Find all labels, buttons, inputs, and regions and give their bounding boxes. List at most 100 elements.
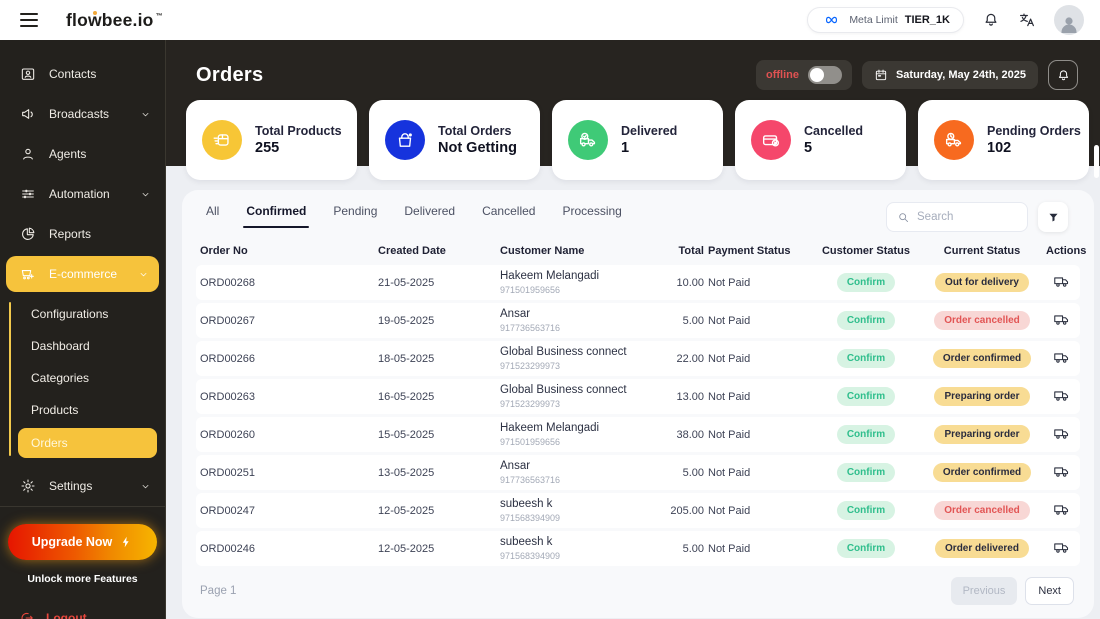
stat-text: Pending Orders 102 — [987, 124, 1081, 156]
table-row[interactable]: ORD00246 12-05-2025 subeesh k 971568394909 5… — [196, 531, 1080, 566]
table-row[interactable]: ORD00263 16-05-2025 Global Business connec… — [196, 379, 1080, 414]
sidebar-item-agents[interactable]: Agents — [0, 134, 165, 174]
cell-created-date: 12-05-2025 — [378, 504, 435, 517]
customer-status-badge[interactable]: Confirm — [836, 387, 896, 406]
table-row[interactable]: ORD00268 21-05-2025 Hakeem Melangadi 971501… — [196, 265, 1080, 300]
translate-language-icon[interactable] — [1018, 11, 1036, 29]
sidebar-item-label: Settings — [49, 479, 93, 493]
delivery-truck-icon[interactable] — [1053, 463, 1070, 480]
table-row[interactable]: ORD00260 15-05-2025 Hakeem Melangadi 971501… — [196, 417, 1080, 452]
current-status-badge[interactable]: Order confirmed — [932, 349, 1032, 368]
date-display[interactable]: Saturday, May 24th, 2025 — [861, 61, 1038, 89]
stats-cards-row: Total Products 255 Total Orders Not Getting… — [166, 100, 1100, 180]
customer-status-badge[interactable]: Confirm — [836, 501, 896, 520]
logo-text: w — [87, 9, 102, 30]
cell-actions — [1046, 539, 1076, 559]
search-input[interactable] — [917, 211, 1017, 223]
current-status-badge[interactable]: Order cancelled — [934, 311, 1030, 330]
table-row[interactable]: ORD00266 18-05-2025 Global Business connec… — [196, 341, 1080, 376]
calendar-icon — [874, 68, 888, 82]
tab-confirmed[interactable]: Confirmed — [243, 204, 310, 228]
scroll-indicator[interactable] — [1094, 145, 1099, 178]
meta-limit-pill[interactable]: Meta Limit TIER_1K — [807, 7, 964, 33]
table-row[interactable]: ORD00251 13-05-2025 Ansar 917736563716 5.00 N… — [196, 455, 1080, 490]
logout-button[interactable]: Logout — [0, 611, 165, 619]
cell-total: 5.00 — [682, 466, 704, 479]
cell-created-date: 21-05-2025 — [378, 276, 435, 289]
stat-label: Delivered — [621, 124, 678, 138]
cell-customer-status: Confirm — [814, 349, 918, 368]
table-body: ORD00268 21-05-2025 Hakeem Melangadi 971501… — [196, 265, 1080, 566]
sidebar-item-e-commerce[interactable]: E-commerce — [6, 256, 159, 292]
sidebar-item-reports[interactable]: Reports — [0, 214, 165, 254]
table-row[interactable]: ORD00247 12-05-2025 subeesh k 971568394909 2… — [196, 493, 1080, 528]
app-shell: Contacts Broadcasts Agents Automation Report… — [0, 40, 1100, 619]
chevron-down-icon — [140, 481, 151, 492]
user-avatar[interactable] — [1054, 5, 1084, 35]
current-status-badge[interactable]: Order cancelled — [934, 501, 1030, 520]
sidebar: Contacts Broadcasts Agents Automation Report… — [0, 40, 166, 619]
tab-pending[interactable]: Pending — [333, 204, 377, 228]
customer-phone: 917736563716 — [500, 322, 561, 333]
sidebar-subitem-configurations[interactable]: Configurations — [0, 298, 165, 330]
delivery-truck-icon[interactable] — [1053, 273, 1070, 290]
delivery-truck-icon[interactable] — [1053, 425, 1070, 442]
orders-bell-button[interactable] — [1048, 60, 1078, 90]
table-row[interactable]: ORD00267 19-05-2025 Ansar 917736563716 5.00 N… — [196, 303, 1080, 338]
customer-status-badge[interactable]: Confirm — [836, 273, 896, 292]
customer-status-badge[interactable]: Confirm — [836, 311, 896, 330]
current-status-badge[interactable]: Preparing order — [934, 425, 1030, 444]
sidebar-subitem-products[interactable]: Products — [0, 394, 165, 426]
delivery-truck-icon[interactable] — [1053, 311, 1070, 328]
cell-current-status: Order delivered — [918, 539, 1046, 558]
cell-actions — [1046, 311, 1076, 331]
delivery-truck-icon[interactable] — [1053, 349, 1070, 366]
next-page-button[interactable]: Next — [1025, 577, 1074, 605]
delivery-truck-icon[interactable] — [1053, 539, 1070, 556]
tab-processing[interactable]: Processing — [562, 204, 621, 228]
customer-status-badge[interactable]: Confirm — [836, 425, 896, 444]
topbar: flo w bee.io ™ Meta Limit TIER_1K — [0, 0, 1100, 40]
tab-cancelled[interactable]: Cancelled — [482, 204, 535, 228]
online-offline-toggle[interactable] — [807, 66, 842, 84]
sidebar-item-automation[interactable]: Automation — [0, 174, 165, 214]
current-status-badge[interactable]: Preparing order — [934, 387, 1030, 406]
stat-value: 255 — [255, 140, 280, 156]
stat-value: 5 — [804, 140, 813, 156]
tab-delivered[interactable]: Delivered — [404, 204, 455, 228]
upgrade-now-button[interactable]: Upgrade Now — [8, 524, 157, 560]
customer-status-badge[interactable]: Confirm — [836, 349, 896, 368]
page-indicator: Page 1 — [200, 585, 237, 597]
sidebar-subitem-dashboard[interactable]: Dashboard — [0, 330, 165, 362]
delivered-truck-icon — [568, 120, 608, 160]
cell-actions — [1046, 463, 1076, 483]
filter-button[interactable] — [1038, 202, 1068, 232]
sidebar-bottom: Upgrade Now Unlock more Features Logout — [0, 506, 165, 619]
customer-status-badge[interactable]: Confirm — [836, 463, 896, 482]
tab-all[interactable]: All — [206, 204, 219, 228]
sidebar-subitem-orders[interactable]: Orders — [18, 428, 157, 458]
delivery-truck-icon[interactable] — [1053, 501, 1070, 518]
customer-phone: 971501959656 — [500, 436, 561, 447]
cell-total: 13.00 — [676, 390, 704, 403]
app-logo[interactable]: flo w bee.io ™ — [66, 10, 163, 31]
current-status-badge[interactable]: Order confirmed — [932, 463, 1032, 482]
sidebar-item-settings[interactable]: Settings — [0, 466, 165, 506]
notifications-bell-icon[interactable] — [982, 11, 1000, 29]
sidebar-subitem-categories[interactable]: Categories — [0, 362, 165, 394]
hamburger-menu-icon[interactable] — [20, 13, 38, 27]
customer-name: subeesh k — [500, 536, 553, 549]
cell-total: 205.00 — [670, 504, 704, 517]
customer-status-badge[interactable]: Confirm — [836, 539, 896, 558]
sidebar-item-contacts[interactable]: Contacts — [0, 54, 165, 94]
current-status-badge[interactable]: Order delivered — [935, 539, 1029, 558]
cell-current-status: Order confirmed — [918, 463, 1046, 482]
cell-actions — [1046, 273, 1076, 293]
date-text: Saturday, May 24th, 2025 — [895, 69, 1026, 81]
sidebar-item-broadcasts[interactable]: Broadcasts — [0, 94, 165, 134]
current-status-badge[interactable]: Out for delivery — [935, 273, 1029, 292]
gear-icon — [20, 478, 36, 494]
previous-page-button[interactable]: Previous — [950, 577, 1018, 605]
delivery-truck-icon[interactable] — [1053, 387, 1070, 404]
cell-total: 10.00 — [676, 276, 704, 289]
